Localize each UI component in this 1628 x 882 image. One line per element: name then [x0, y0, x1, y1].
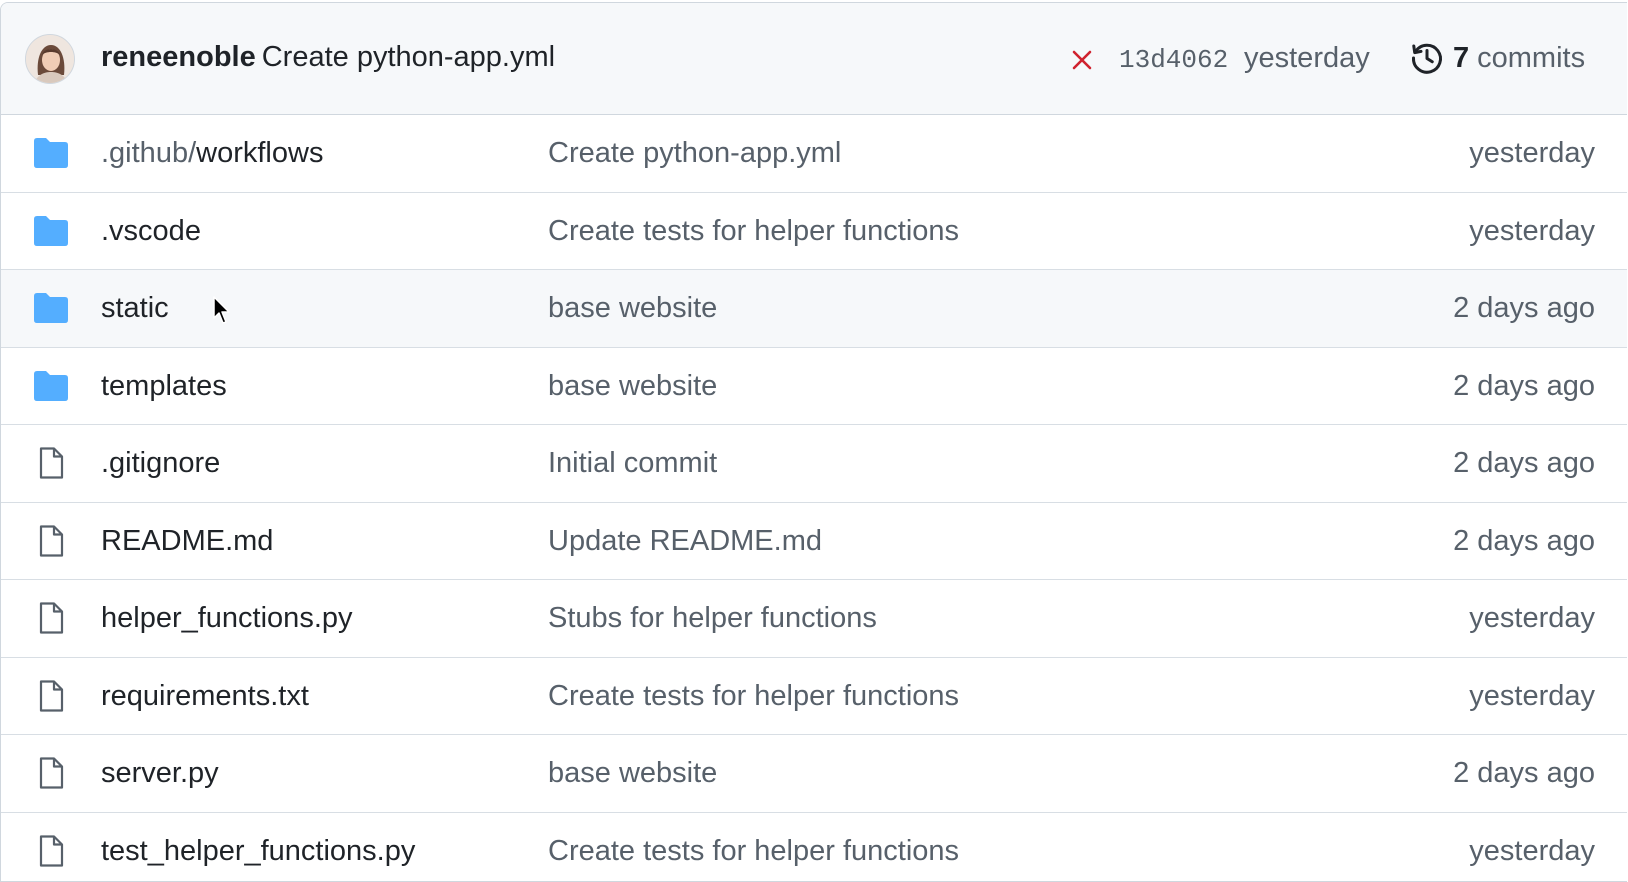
- file-commit-age: 2 days ago: [1453, 757, 1595, 789]
- commit-author-link[interactable]: reneenoble: [101, 41, 256, 73]
- file-name-text: requirements.txt: [101, 679, 309, 712]
- file-row[interactable]: static base website 2 days ago: [1, 270, 1627, 348]
- file-commit-message-link[interactable]: base website: [548, 292, 717, 325]
- file-commit-message-link[interactable]: Stubs for helper functions: [548, 602, 877, 635]
- commits-label: commits: [1477, 41, 1586, 74]
- x-icon[interactable]: [1070, 48, 1094, 72]
- file-icon: [33, 834, 69, 867]
- file-name-text: .vscode: [101, 214, 201, 247]
- file-commit-message-link[interactable]: Create tests for helper functions: [548, 215, 959, 248]
- folder-icon: [33, 370, 69, 402]
- commit-time: yesterday: [1244, 42, 1370, 74]
- file-icon: [33, 447, 69, 479]
- file-list: .github/workflows Create python-app.yml ye…: [1, 115, 1627, 882]
- file-name-link[interactable]: helper_functions.py: [101, 602, 353, 635]
- history-icon: [1411, 43, 1442, 74]
- file-row[interactable]: README.md Update README.md 2 days ago: [1, 503, 1627, 580]
- file-name-text: helper_functions.py: [101, 602, 353, 634]
- file-row[interactable]: .gitignore Initial commit 2 days ago: [1, 425, 1627, 503]
- file-commit-age: yesterday: [1469, 214, 1595, 247]
- latest-commit-message: reneenoble Create python-app.yml: [101, 41, 555, 74]
- file-commit-message-link[interactable]: Update README.md: [548, 525, 822, 558]
- file-commit-message-link[interactable]: Create python-app.yml: [548, 137, 841, 170]
- folder-icon: [33, 137, 69, 169]
- file-path-prefix: .github/: [101, 137, 197, 169]
- file-commit-age: yesterday: [1469, 679, 1595, 712]
- file-name-text: static: [101, 292, 169, 324]
- author-avatar[interactable]: [25, 34, 75, 84]
- file-name-link[interactable]: static: [101, 292, 169, 325]
- latest-commit-bar: reneenoble Create python-app.yml 13d4062 …: [1, 3, 1627, 115]
- file-commit-message-link[interactable]: Create tests for helper functions: [548, 680, 959, 713]
- file-commit-message-link[interactable]: Create tests for helper functions: [548, 835, 959, 868]
- file-name-link[interactable]: test_helper_functions.py: [101, 835, 415, 868]
- file-name-link[interactable]: README.md: [101, 525, 273, 558]
- file-row[interactable]: .vscode Create tests for helper functions…: [1, 193, 1627, 270]
- file-commit-age: 2 days ago: [1453, 369, 1595, 402]
- commit-message-link[interactable]: Create python-app.yml: [262, 41, 555, 73]
- file-row[interactable]: helper_functions.py Stubs for helper func…: [1, 580, 1627, 658]
- folder-icon: [33, 215, 69, 247]
- file-commit-age: 2 days ago: [1453, 524, 1595, 557]
- folder-icon: [33, 292, 69, 324]
- file-name-text: workflows: [196, 137, 324, 169]
- file-icon: [33, 602, 69, 634]
- file-name-link[interactable]: server.py: [101, 757, 219, 790]
- commits-history-link[interactable]: 7 commits: [1409, 40, 1585, 76]
- file-commit-age: yesterday: [1469, 602, 1595, 634]
- file-row[interactable]: test_helper_functions.py Create tests for…: [1, 813, 1627, 882]
- file-icon: [33, 679, 69, 712]
- file-name-text: .gitignore: [101, 447, 221, 479]
- file-row[interactable]: .github/workflows Create python-app.yml ye…: [1, 115, 1627, 193]
- file-commit-age: 2 days ago: [1453, 292, 1595, 324]
- file-row[interactable]: templates base website 2 days ago: [1, 348, 1627, 425]
- file-name-link[interactable]: templates: [101, 370, 227, 403]
- file-name-text: templates: [101, 369, 227, 402]
- file-commit-message-link[interactable]: base website: [548, 757, 717, 790]
- file-name-link[interactable]: .vscode: [101, 215, 201, 248]
- commit-sha-link[interactable]: 13d4062: [1119, 45, 1228, 75]
- file-name-link[interactable]: .gitignore: [101, 447, 220, 480]
- file-commit-age: yesterday: [1469, 137, 1595, 169]
- file-row[interactable]: requirements.txt Create tests for helper …: [1, 658, 1627, 735]
- file-name-text: test_helper_functions.py: [101, 834, 416, 867]
- file-name-link[interactable]: requirements.txt: [101, 680, 309, 713]
- file-icon: [33, 757, 69, 789]
- file-commit-message-link[interactable]: base website: [548, 370, 717, 403]
- file-row[interactable]: server.py base website 2 days ago: [1, 735, 1627, 813]
- file-commit-age: yesterday: [1469, 834, 1595, 867]
- file-name-link[interactable]: .github/workflows: [101, 137, 323, 170]
- file-name-text: README.md: [101, 524, 274, 557]
- file-commit-age: 2 days ago: [1453, 447, 1595, 479]
- commit-count: 7: [1453, 41, 1470, 74]
- file-icon: [33, 524, 69, 557]
- file-commit-message-link[interactable]: Initial commit: [548, 447, 717, 480]
- file-browser: reneenoble Create python-app.yml 13d4062 …: [0, 2, 1627, 882]
- file-name-text: server.py: [101, 757, 219, 789]
